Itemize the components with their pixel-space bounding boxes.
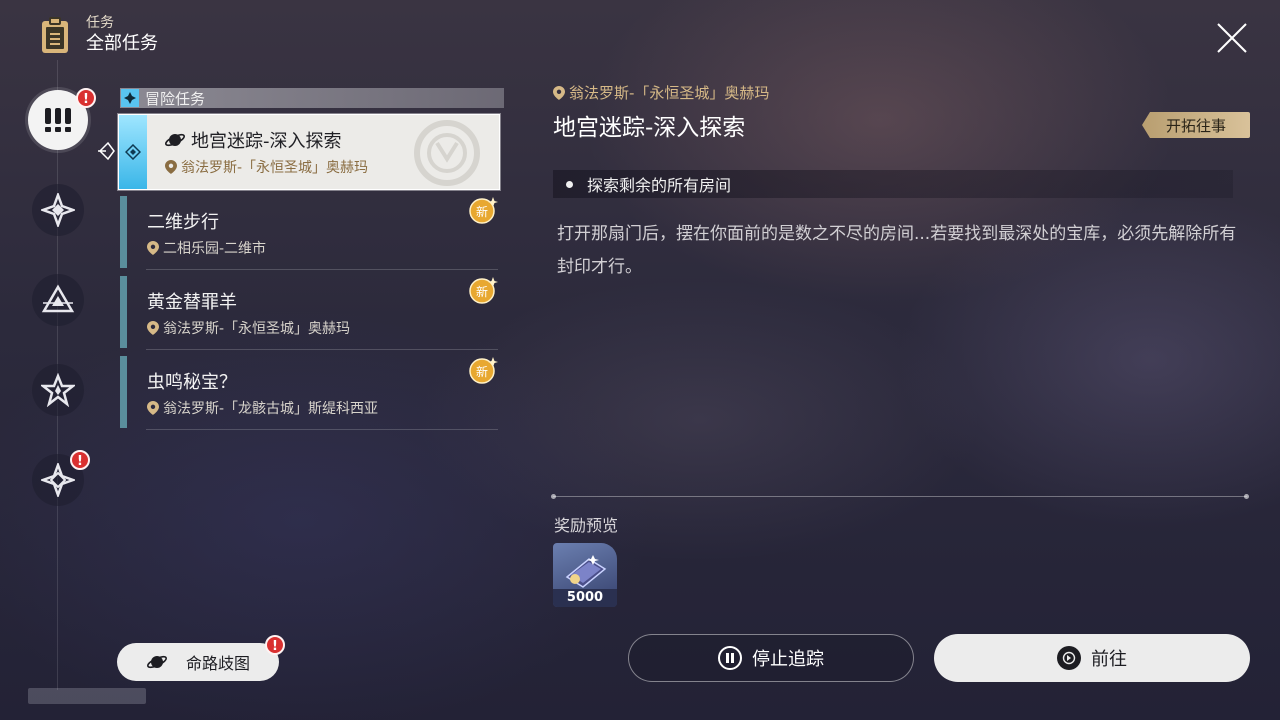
objective-text: 探索剩余的所有房间 xyxy=(587,176,732,195)
quest-bar xyxy=(120,356,127,428)
location-pin-icon xyxy=(147,401,159,415)
header-text: 任务 全部任务 xyxy=(86,14,158,56)
planet-icon xyxy=(165,133,185,147)
pause-icon xyxy=(718,646,742,670)
path-map-button[interactable]: 命路歧图 ! xyxy=(117,635,285,681)
credit-icon xyxy=(565,555,607,588)
close-icon xyxy=(1217,23,1247,53)
page-header: 任务 全部任务 xyxy=(38,14,158,56)
quest-location-text: 二相乐园-二维市 xyxy=(163,241,267,257)
selected-indicator xyxy=(119,115,147,189)
diamond-icon xyxy=(125,144,141,160)
nav-item-triangle[interactable] xyxy=(32,274,84,326)
new-badge-text: 新 xyxy=(476,364,488,379)
quest-description: 打开那扇门后，摆在你面前的是数之不尽的房间...若要找到最深处的宝库，必须先解除… xyxy=(557,224,1237,277)
star-diamond-icon xyxy=(41,193,75,227)
close-button[interactable] xyxy=(1214,20,1250,56)
quest-location-text: 翁法罗斯-「永恒圣城」奥赫玛 xyxy=(163,321,351,337)
quest-location: 翁法罗斯-「龙骸古城」斯缇科西亚 xyxy=(147,398,378,418)
category-label: 冒险任务 xyxy=(145,89,206,108)
nav-item-star-diamond[interactable] xyxy=(32,184,84,236)
triangle-icon xyxy=(41,284,75,313)
go-arrow-icon xyxy=(1057,646,1081,670)
new-badge-icon: 新 xyxy=(469,277,498,304)
nav-item-diamond[interactable]: ! xyxy=(32,450,90,506)
go-button[interactable]: 前往 xyxy=(934,634,1250,682)
new-badge-text: 新 xyxy=(476,284,488,299)
nav-item-star[interactable] xyxy=(32,364,84,416)
quest-location: 翁法罗斯-「永恒圣城」奥赫玛 xyxy=(147,318,350,338)
location-pin-icon xyxy=(165,160,177,174)
stop-tracking-label: 停止追踪 xyxy=(752,649,824,670)
selection-arrow-icon xyxy=(98,141,115,161)
category-header: 冒险任务 xyxy=(120,88,504,108)
quest-title-text: 地宫迷踪-深入探索 xyxy=(191,131,342,152)
quest-location-text: 翁法罗斯-「永恒圣城」奥赫玛 xyxy=(181,160,369,176)
quest-location: 翁法罗斯-「永恒圣城」奥赫玛 xyxy=(165,157,368,177)
clipboard-icon xyxy=(38,15,72,55)
new-badge: 新 xyxy=(468,355,498,385)
star-icon xyxy=(41,373,75,407)
bullet-icon xyxy=(566,180,573,188)
adventure-category-icon xyxy=(121,89,139,107)
emblem-watermark-icon xyxy=(414,120,480,186)
diamond-icon xyxy=(41,463,75,497)
quest-item[interactable]: 黄金替罪羊 翁法罗斯-「永恒圣城」奥赫玛 新 xyxy=(120,276,498,350)
quest-title: 黄金替罪羊 xyxy=(147,292,237,313)
new-badge-text: 新 xyxy=(476,204,488,219)
notification-badge: ! xyxy=(70,450,90,470)
reward-label: 奖励预览 xyxy=(554,516,619,535)
divider xyxy=(146,349,498,350)
exclamation-icon xyxy=(45,108,71,132)
detail-location: 翁法罗斯-「永恒圣城」奥赫玛 xyxy=(553,82,769,103)
new-badge-icon: 新 xyxy=(469,357,498,384)
section-divider xyxy=(551,494,1249,499)
location-pin-icon xyxy=(553,85,565,100)
quest-item[interactable]: 二维步行 二相乐园-二维市 新 xyxy=(120,196,498,270)
trailblaze-history-button[interactable]: 开拓往事 xyxy=(1142,112,1250,138)
quest-title: 虫鸣秘宝？ xyxy=(147,372,237,393)
detail-location-text: 翁法罗斯-「永恒圣城」奥赫玛 xyxy=(569,84,770,102)
quest-title: 二维步行 xyxy=(147,212,219,233)
quest-bar xyxy=(120,276,127,348)
planet-icon xyxy=(147,655,167,669)
divider xyxy=(146,429,498,430)
bottom-placeholder xyxy=(28,688,146,704)
header-subtitle: 任务 xyxy=(86,15,114,31)
quest-bar xyxy=(120,196,127,268)
quest-location-text: 翁法罗斯-「龙骸古城」斯缇科西亚 xyxy=(163,401,379,417)
new-badge: 新 xyxy=(468,195,498,225)
location-pin-icon xyxy=(147,241,159,255)
reward-quantity: 5000 xyxy=(553,589,617,607)
quest-title: 地宫迷踪-深入探索 xyxy=(165,127,342,153)
header-title: 全部任务 xyxy=(86,33,158,54)
quest-item-selected[interactable]: 地宫迷踪-深入探索 翁法罗斯-「永恒圣城」奥赫玛 xyxy=(118,114,500,190)
notification-badge: ! xyxy=(76,88,96,108)
detail-title: 地宫迷踪-深入探索 xyxy=(553,115,746,141)
objective-row: 探索剩余的所有房间 xyxy=(553,170,1233,198)
nav-item-adventure[interactable]: ! xyxy=(28,88,96,150)
location-pin-icon xyxy=(147,321,159,335)
divider xyxy=(146,269,498,270)
go-label: 前往 xyxy=(1091,649,1127,670)
stop-tracking-button[interactable]: 停止追踪 xyxy=(628,634,914,682)
reward-item[interactable]: 5000 xyxy=(553,543,617,607)
quest-item[interactable]: 虫鸣秘宝？ 翁法罗斯-「龙骸古城」斯缇科西亚 新 xyxy=(120,356,498,430)
notification-badge: ! xyxy=(265,635,285,655)
path-map-label: 命路歧图 xyxy=(185,654,250,673)
new-badge-icon: 新 xyxy=(469,197,498,224)
quest-location: 二相乐园-二维市 xyxy=(147,238,266,258)
new-badge: 新 xyxy=(468,275,498,305)
